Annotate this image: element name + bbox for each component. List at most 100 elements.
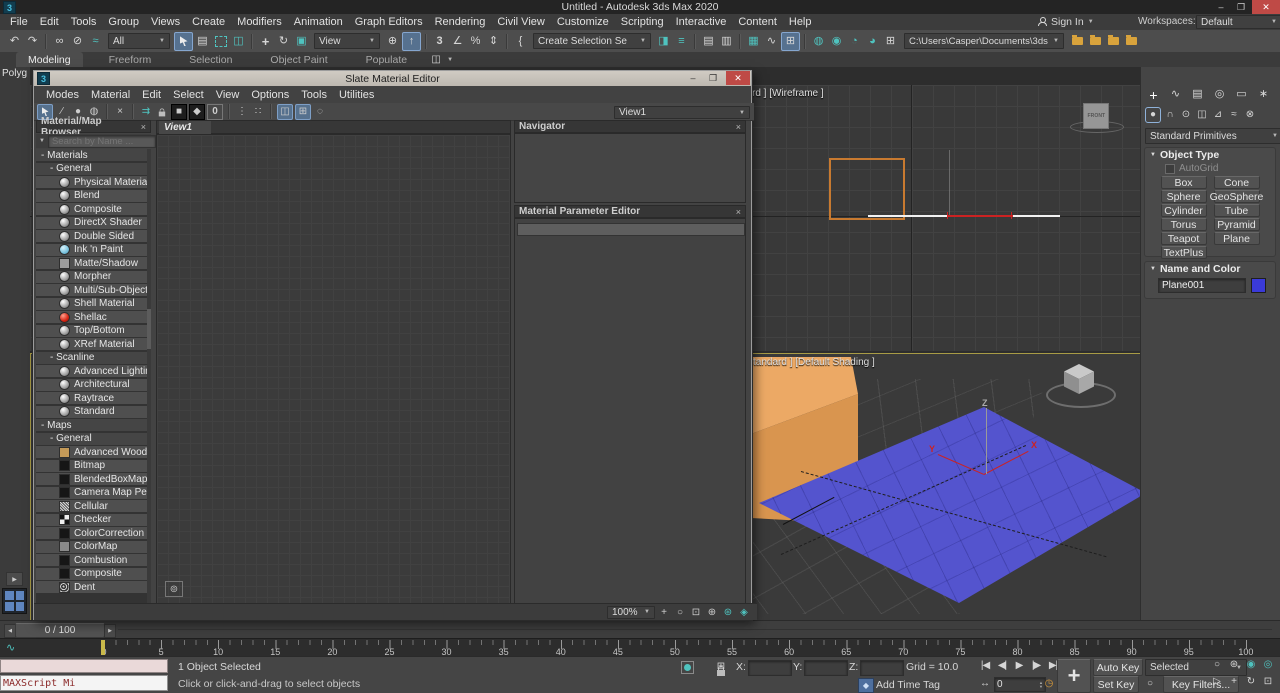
tab-create-icon[interactable]: +: [1145, 86, 1162, 103]
project-settings-icon[interactable]: [1069, 33, 1086, 50]
field-of-view-icon[interactable]: ▷: [1210, 675, 1224, 689]
tree-row[interactable]: Ink 'n Paint: [36, 244, 151, 256]
close-icon[interactable]: ×: [141, 122, 146, 132]
z-coordinate-field[interactable]: [860, 660, 904, 676]
zoom-region-icon[interactable]: ⊡: [689, 605, 703, 619]
use-pivot-point-icon[interactable]: ⊕: [384, 33, 401, 50]
set-keys-button[interactable]: +: [1057, 659, 1091, 693]
minimize-button[interactable]: –: [1212, 1, 1230, 13]
close-icon[interactable]: ×: [736, 122, 741, 132]
tree-row[interactable]: Standard: [36, 406, 151, 418]
tree-row[interactable]: Advanced Lighting...: [36, 365, 151, 377]
select-object-icon[interactable]: [174, 32, 193, 51]
navigator-panel-header[interactable]: Navigator ×: [514, 120, 746, 133]
button-tube[interactable]: Tube: [1214, 204, 1260, 217]
tab-modify-icon[interactable]: ∿: [1167, 86, 1184, 103]
window-crossing-icon[interactable]: ◫: [230, 33, 247, 50]
tree-row[interactable]: DirectX Shader: [36, 217, 151, 229]
snaps-toggle-icon[interactable]: 3: [431, 33, 448, 50]
lock-icon[interactable]: [155, 105, 169, 119]
category-spacewarps-icon[interactable]: ≈: [1227, 108, 1241, 122]
search-input[interactable]: [48, 135, 156, 148]
layer-explorer-icon[interactable]: ▥: [718, 33, 735, 50]
category-shapes-icon[interactable]: ∩: [1163, 108, 1177, 122]
menu-item[interactable]: Scripting: [615, 16, 670, 28]
slate-menu-item[interactable]: View: [210, 89, 246, 101]
tree-row[interactable]: Multi/Sub-Object: [36, 284, 151, 296]
browser-panel-header[interactable]: Material/Map Browser ×: [36, 120, 151, 133]
ribbon-toggle-icon[interactable]: ▦: [745, 33, 762, 50]
tree-row[interactable]: Composite: [36, 203, 151, 215]
go-to-start-button[interactable]: |◀: [978, 659, 992, 673]
mirror-icon[interactable]: ◨: [655, 33, 672, 50]
undo-icon[interactable]: ↶: [6, 33, 23, 50]
maximize-viewport-icon[interactable]: ⊡: [1261, 675, 1275, 689]
slate-menu-item[interactable]: Tools: [295, 89, 333, 101]
bind-to-space-warp-icon[interactable]: ≈: [87, 33, 104, 50]
tab-hierarchy-icon[interactable]: ▤: [1189, 86, 1206, 103]
tree-row[interactable]: Shellac: [36, 311, 151, 323]
key-mode-toggle-icon[interactable]: ↔: [978, 677, 992, 691]
tab-display-icon[interactable]: ▭: [1233, 86, 1250, 103]
zoom-extents-all-icon[interactable]: ◎: [1261, 658, 1275, 672]
menu-item[interactable]: Animation: [288, 16, 349, 28]
schematic-view-icon[interactable]: ⊞: [781, 32, 800, 51]
tree-row[interactable]: - General: [36, 433, 151, 445]
hide-unused-slots-icon[interactable]: ◌: [313, 105, 327, 119]
plane-edge-selected[interactable]: [1013, 215, 1060, 217]
tree-row[interactable]: Top/Bottom: [36, 325, 151, 337]
tab-motion-icon[interactable]: ◎: [1211, 86, 1228, 103]
menu-item[interactable]: Tools: [65, 16, 103, 28]
curve-editor-icon[interactable]: ∿: [763, 33, 780, 50]
named-selection-set-dropdown[interactable]: Create Selection Se ▼: [533, 33, 651, 49]
tree-row[interactable]: Physical Material: [36, 176, 151, 188]
active-view-dropdown[interactable]: View1 ▼: [614, 106, 750, 119]
tree-row[interactable]: Dent: [36, 581, 151, 593]
slate-menu-item[interactable]: Modes: [40, 89, 85, 101]
orbit-icon[interactable]: ↻: [1244, 675, 1258, 689]
pan-hand-icon[interactable]: +: [657, 605, 671, 619]
menu-item[interactable]: Group: [102, 16, 145, 28]
time-slider-track[interactable]: [118, 629, 1272, 630]
pan-icon[interactable]: +: [1227, 675, 1241, 689]
tree-row[interactable]: Advanced Wood: [36, 446, 151, 458]
current-frame-spinner[interactable]: 0 ▲ ▼: [994, 677, 1046, 692]
scene-explorer-icon[interactable]: ▤: [700, 33, 717, 50]
slate-minimize-button[interactable]: –: [684, 72, 702, 84]
tree-row[interactable]: - Materials: [36, 149, 151, 161]
slate-close-button[interactable]: ✕: [726, 71, 750, 85]
ribbon-tab[interactable]: Populate: [354, 52, 419, 67]
maximize-button[interactable]: ❐: [1232, 1, 1250, 13]
node-view-canvas[interactable]: ⊚: [156, 134, 511, 604]
auto-key-button[interactable]: Auto Key: [1093, 659, 1143, 676]
button-geosphere[interactable]: GeoSphere: [1214, 190, 1260, 203]
unlink-selection-icon[interactable]: ⊘: [69, 33, 86, 50]
button-cylinder[interactable]: Cylinder: [1161, 204, 1207, 217]
project-folder-dropdown[interactable]: C:\Users\Casper\Documents\3ds Max 2020 ▼: [904, 33, 1064, 49]
maxscript-mini-listener-pink[interactable]: [0, 659, 168, 673]
search-filter-icon[interactable]: ▼: [39, 138, 45, 144]
button-box[interactable]: Box: [1161, 176, 1207, 189]
add-time-tag[interactable]: Add Time Tag: [876, 679, 940, 691]
object-color-swatch[interactable]: [1251, 278, 1266, 293]
tree-row[interactable]: - Maps: [36, 419, 151, 431]
time-tag-icon[interactable]: ◆: [858, 678, 874, 693]
ribbon-tab[interactable]: Freeform: [97, 52, 164, 67]
named-selection-sets-icon[interactable]: {: [512, 33, 529, 50]
render-iterative-icon[interactable]: ◕: [864, 33, 881, 50]
set-key-button[interactable]: Set Key: [1093, 676, 1139, 693]
pan-view-icon[interactable]: ◈: [737, 605, 751, 619]
rectangular-selection-region-icon[interactable]: [212, 33, 229, 50]
button-sphere[interactable]: Sphere: [1161, 190, 1207, 203]
render-production-icon[interactable]: ◔: [846, 33, 863, 50]
menu-item[interactable]: Rendering: [429, 16, 492, 28]
viewport-layout-tabs-icon[interactable]: [2, 588, 27, 614]
button-teapot[interactable]: Teapot: [1161, 232, 1207, 245]
tree-row[interactable]: Combustion: [36, 554, 151, 566]
menu-item[interactable]: Graph Editors: [349, 16, 429, 28]
previous-frame-button[interactable]: ◀|: [995, 659, 1009, 673]
show-numbers-icon[interactable]: 0: [207, 104, 223, 120]
category-systems-icon[interactable]: ⊗: [1243, 108, 1257, 122]
align-nodes-icon[interactable]: ∷: [251, 105, 265, 119]
tree-row[interactable]: Raytrace: [36, 392, 151, 404]
